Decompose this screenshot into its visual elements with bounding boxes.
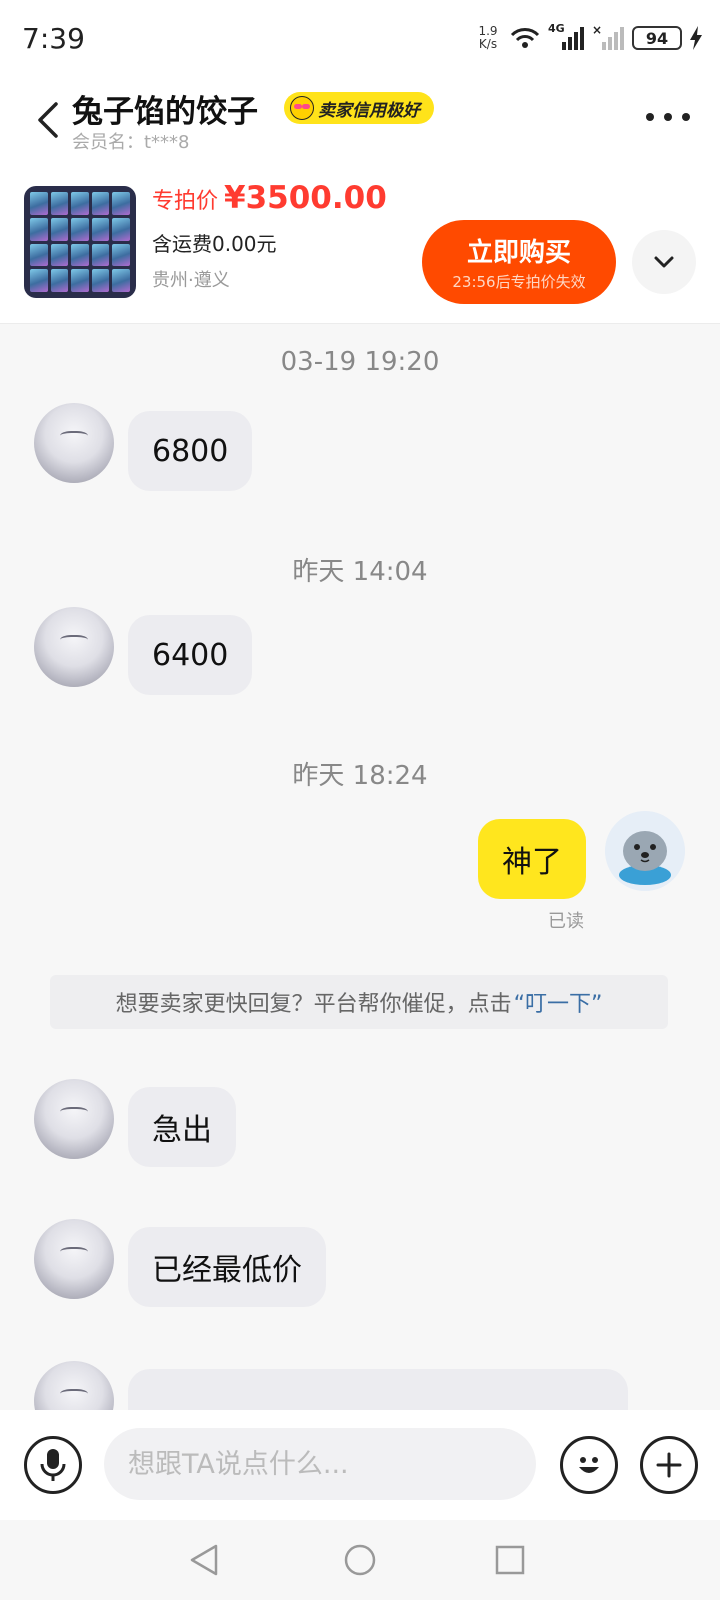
chat-area[interactable]: 03-19 19:20 6800 昨天 14:04 6400 昨天 18:24 … xyxy=(0,325,720,1410)
more-button[interactable] xyxy=(646,106,690,128)
credit-face-icon xyxy=(290,96,314,120)
status-bar: 7:39 1.9 K/s 4G × 94 xyxy=(0,0,720,76)
buy-now-label: 立即购买 xyxy=(466,238,571,268)
net-speed: 1.9 K/s xyxy=(478,24,498,51)
price-value: ¥3500.00 xyxy=(224,180,387,216)
input-bar xyxy=(0,1410,720,1520)
my-avatar[interactable] xyxy=(605,811,685,891)
chat-header: 兔子馅的饺子 卖家信用极好 会员名：t***8 xyxy=(0,76,720,166)
buy-now-button[interactable]: 立即购买 23:56后专拍价失效 xyxy=(422,220,616,304)
message-bubble[interactable] xyxy=(128,1369,628,1410)
more-icon xyxy=(646,113,654,121)
read-status: 已读 xyxy=(548,911,584,932)
voice-button[interactable] xyxy=(24,1436,82,1494)
signal-weak-icon: × xyxy=(592,24,624,50)
status-time: 7:39 xyxy=(22,22,85,55)
message-bubble[interactable]: 急出 xyxy=(128,1087,236,1167)
svg-text:×: × xyxy=(592,24,602,37)
expand-button[interactable] xyxy=(632,230,696,294)
emoji-icon xyxy=(579,1457,599,1473)
message-input[interactable] xyxy=(104,1428,536,1500)
buy-countdown: 23:56后专拍价失效 xyxy=(452,273,586,291)
more-actions-button[interactable] xyxy=(640,1436,698,1494)
location: 贵州·遵义 xyxy=(152,270,230,291)
message-bubble[interactable]: 已经最低价 xyxy=(128,1227,326,1307)
seller-avatar[interactable] xyxy=(34,607,114,687)
seller-avatar[interactable] xyxy=(34,1361,114,1410)
wifi-icon xyxy=(510,28,540,48)
product-card[interactable]: 专拍价 ¥3500.00 含运费0.00元 贵州·遵义 立即购买 23:56后专… xyxy=(0,166,720,324)
emoji-button[interactable] xyxy=(560,1436,618,1494)
plus-icon xyxy=(656,1452,682,1478)
nav-recents-button[interactable] xyxy=(488,1538,532,1582)
message-timestamp: 昨天 14:04 xyxy=(292,557,428,587)
credit-badge-label: 卖家信用极好 xyxy=(318,100,420,121)
system-nav-bar xyxy=(0,1520,720,1600)
seller-avatar[interactable] xyxy=(34,403,114,483)
nav-back-icon xyxy=(190,1544,218,1576)
message-bubble[interactable]: 6800 xyxy=(128,411,253,491)
nav-home-icon xyxy=(344,1544,376,1576)
seller-avatar[interactable] xyxy=(34,1079,114,1159)
credit-badge[interactable]: 卖家信用极好 xyxy=(284,92,434,124)
back-icon xyxy=(38,102,58,138)
battery-indicator: 94 xyxy=(632,26,682,50)
nudge-hint-text: 想要卖家更快回复？平台帮你催促，点击 xyxy=(115,992,512,1017)
price-label: 专拍价 xyxy=(152,189,219,214)
nav-back-button[interactable] xyxy=(182,1538,226,1582)
member-name: 会员名：t***8 xyxy=(72,132,190,153)
seller-name[interactable]: 兔子馅的饺子 xyxy=(72,86,258,131)
mic-icon xyxy=(40,1449,66,1481)
charging-icon xyxy=(690,26,702,50)
status-indicators: 1.9 K/s 4G × 94 xyxy=(474,22,702,54)
message-bubble[interactable]: 6400 xyxy=(128,615,253,695)
message-timestamp: 03-19 19:20 xyxy=(280,347,440,377)
signal-icon: 4G xyxy=(548,22,584,52)
nav-recents-icon xyxy=(495,1545,525,1575)
back-button[interactable] xyxy=(28,92,72,148)
seller-avatar[interactable] xyxy=(34,1219,114,1299)
shipping-info: 含运费0.00元 xyxy=(152,232,277,256)
seal-avatar-icon xyxy=(605,811,685,891)
product-image[interactable] xyxy=(24,186,136,298)
message-timestamp: 昨天 18:24 xyxy=(292,761,428,791)
nudge-hint: 想要卖家更快回复？平台帮你催促，点击 “叮一下” xyxy=(50,975,668,1029)
my-message-bubble[interactable]: 神了 xyxy=(478,819,586,899)
nudge-link[interactable]: “叮一下” xyxy=(514,986,603,1018)
chevron-down-icon xyxy=(654,256,674,268)
nav-home-button[interactable] xyxy=(338,1538,382,1582)
price-line: 专拍价 ¥3500.00 xyxy=(152,180,387,216)
